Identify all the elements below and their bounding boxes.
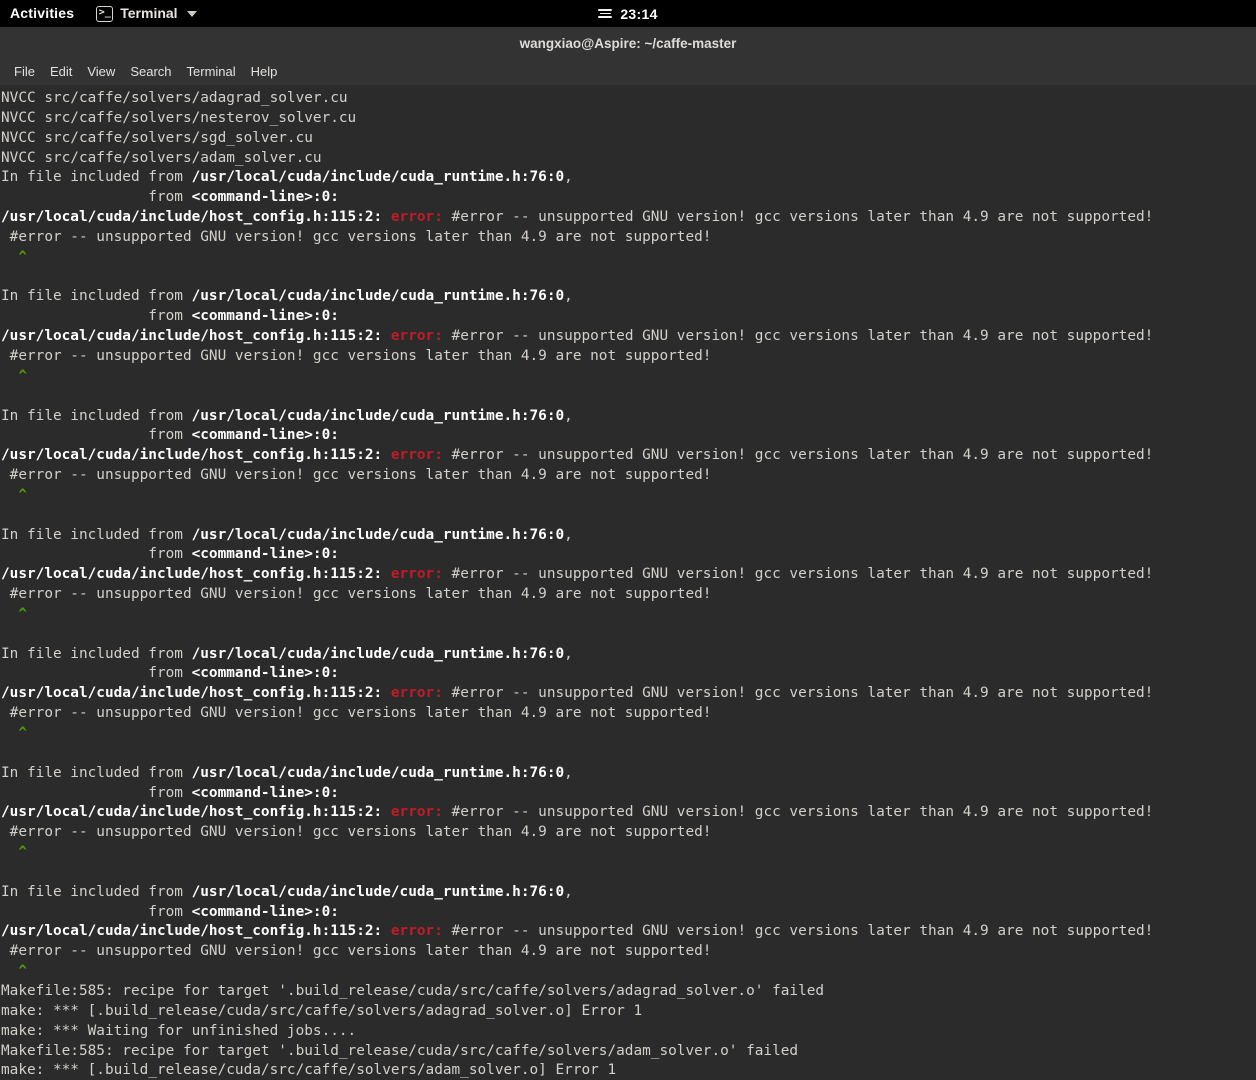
gnome-top-bar: Activities >_ Terminal 23:14 bbox=[0, 0, 1256, 27]
menu-terminal[interactable]: Terminal bbox=[181, 61, 242, 83]
terminal-line-blank bbox=[0, 506, 1256, 526]
menu-view[interactable]: View bbox=[81, 61, 121, 83]
terminal-line-error-detail: #error -- unsupported GNU version! gcc v… bbox=[0, 347, 1256, 367]
terminal-line-blank bbox=[0, 863, 1256, 883]
terminal-line-blank bbox=[0, 387, 1256, 407]
terminal-line-caret: ^ bbox=[0, 605, 1256, 625]
terminal-line-caret: ^ bbox=[0, 248, 1256, 268]
terminal-line-nvcc: NVCC src/caffe/solvers/nesterov_solver.c… bbox=[0, 109, 1256, 129]
app-menu-label: Terminal bbox=[120, 0, 177, 27]
terminal-line-error-detail: #error -- unsupported GNU version! gcc v… bbox=[0, 704, 1256, 724]
menu-bar: File Edit View Search Terminal Help bbox=[0, 59, 1256, 85]
terminal-line-caret: ^ bbox=[0, 486, 1256, 506]
terminal-line-included: In file included from /usr/local/cuda/in… bbox=[0, 287, 1256, 307]
terminal-line-included: In file included from /usr/local/cuda/in… bbox=[0, 645, 1256, 665]
window-titlebar: wangxiao@Aspire: ~/caffe-master bbox=[0, 27, 1256, 59]
menu-help[interactable]: Help bbox=[245, 61, 284, 83]
terminal-line-make: make: *** Waiting for unfinished jobs...… bbox=[0, 1022, 1256, 1042]
menu-edit[interactable]: Edit bbox=[44, 61, 78, 83]
terminal-line-included: In file included from /usr/local/cuda/in… bbox=[0, 407, 1256, 427]
terminal-line-from: from <command-line>:0: bbox=[0, 903, 1256, 923]
chevron-down-icon bbox=[187, 11, 197, 17]
terminal-line-error: /usr/local/cuda/include/host_config.h:11… bbox=[0, 565, 1256, 585]
terminal-line-error: /usr/local/cuda/include/host_config.h:11… bbox=[0, 327, 1256, 347]
terminal-line-included: In file included from /usr/local/cuda/in… bbox=[0, 764, 1256, 784]
terminal-line-from: from <command-line>:0: bbox=[0, 307, 1256, 327]
terminal-line-from: from <command-line>:0: bbox=[0, 545, 1256, 565]
terminal-line-included: In file included from /usr/local/cuda/in… bbox=[0, 168, 1256, 188]
terminal-line-caret: ^ bbox=[0, 367, 1256, 387]
menu-search[interactable]: Search bbox=[124, 61, 177, 83]
terminal-line-included: In file included from /usr/local/cuda/in… bbox=[0, 526, 1256, 546]
hamburger-icon[interactable] bbox=[598, 9, 612, 18]
app-menu-button[interactable]: >_ Terminal bbox=[88, 0, 204, 27]
terminal-line-blank bbox=[0, 268, 1256, 288]
terminal-line-error: /usr/local/cuda/include/host_config.h:11… bbox=[0, 803, 1256, 823]
clock-label[interactable]: 23:14 bbox=[620, 6, 657, 22]
terminal-line-blank bbox=[0, 625, 1256, 645]
window-title: wangxiao@Aspire: ~/caffe-master bbox=[520, 36, 737, 51]
terminal-line-nvcc: NVCC src/caffe/solvers/adagrad_solver.cu bbox=[0, 89, 1256, 109]
terminal-line-from: from <command-line>:0: bbox=[0, 426, 1256, 446]
terminal-output[interactable]: NVCC src/caffe/solvers/adagrad_solver.cu… bbox=[0, 85, 1256, 1080]
terminal-line-error: /usr/local/cuda/include/host_config.h:11… bbox=[0, 208, 1256, 228]
terminal-line-make: Makefile:585: recipe for target '.build_… bbox=[0, 982, 1256, 1002]
terminal-line-included: In file included from /usr/local/cuda/in… bbox=[0, 883, 1256, 903]
terminal-line-from: from <command-line>:0: bbox=[0, 188, 1256, 208]
terminal-line-error: /usr/local/cuda/include/host_config.h:11… bbox=[0, 684, 1256, 704]
terminal-line-from: from <command-line>:0: bbox=[0, 784, 1256, 804]
terminal-line-make: make: *** [.build_release/cuda/src/caffe… bbox=[0, 1002, 1256, 1022]
terminal-line-error-detail: #error -- unsupported GNU version! gcc v… bbox=[0, 228, 1256, 248]
terminal-line-from: from <command-line>:0: bbox=[0, 664, 1256, 684]
terminal-line-error-detail: #error -- unsupported GNU version! gcc v… bbox=[0, 823, 1256, 843]
terminal-line-caret: ^ bbox=[0, 843, 1256, 863]
terminal-line-make: Makefile:585: recipe for target '.build_… bbox=[0, 1042, 1256, 1062]
terminal-line-error-detail: #error -- unsupported GNU version! gcc v… bbox=[0, 942, 1256, 962]
terminal-line-make: make: *** [.build_release/cuda/src/caffe… bbox=[0, 1061, 1256, 1080]
terminal-line-error-detail: #error -- unsupported GNU version! gcc v… bbox=[0, 466, 1256, 486]
terminal-line-error: /usr/local/cuda/include/host_config.h:11… bbox=[0, 922, 1256, 942]
terminal-line-error: /usr/local/cuda/include/host_config.h:11… bbox=[0, 446, 1256, 466]
terminal-line-nvcc: NVCC src/caffe/solvers/adam_solver.cu bbox=[0, 149, 1256, 169]
terminal-line-caret: ^ bbox=[0, 962, 1256, 982]
activities-button[interactable]: Activities bbox=[0, 0, 88, 27]
terminal-line-caret: ^ bbox=[0, 724, 1256, 744]
terminal-line-blank bbox=[0, 744, 1256, 764]
menu-file[interactable]: File bbox=[8, 61, 41, 83]
terminal-line-nvcc: NVCC src/caffe/solvers/sgd_solver.cu bbox=[0, 129, 1256, 149]
terminal-window: wangxiao@Aspire: ~/caffe-master File Edi… bbox=[0, 27, 1256, 1080]
terminal-icon: >_ bbox=[96, 6, 113, 22]
terminal-line-error-detail: #error -- unsupported GNU version! gcc v… bbox=[0, 585, 1256, 605]
